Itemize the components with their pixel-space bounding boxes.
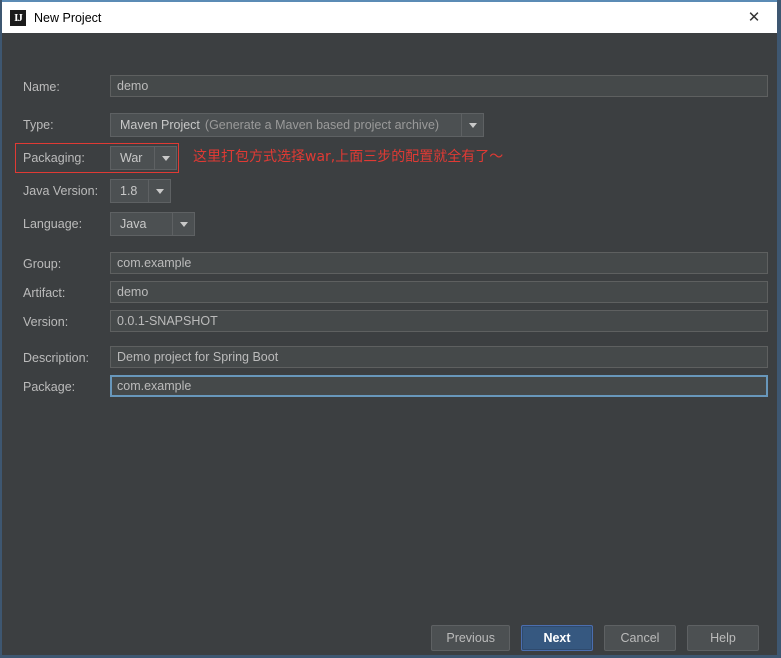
- language-combobox[interactable]: Java: [110, 212, 195, 236]
- label-language: Language:: [23, 217, 83, 231]
- java-version-combobox[interactable]: 1.8: [110, 179, 171, 203]
- packaging-combobox[interactable]: War: [110, 146, 177, 170]
- java-version-combobox-value: 1.8: [120, 184, 138, 198]
- packaging-combobox-value: War: [120, 151, 143, 165]
- label-version: Version:: [23, 315, 69, 329]
- type-combobox-value: Maven Project (Generate a Maven based pr…: [111, 114, 461, 136]
- label-group: Group:: [23, 257, 62, 271]
- label-type: Type:: [23, 118, 54, 132]
- cancel-button[interactable]: Cancel: [604, 625, 676, 651]
- annotation-text: 这里打包方式选择war,上面三步的配置就全有了～: [193, 149, 504, 165]
- label-package: Package:: [23, 380, 76, 394]
- label-packaging: Packaging:: [23, 151, 85, 165]
- dialog-body: Name: demo Type: Maven Project (Generate…: [2, 33, 777, 655]
- new-project-dialog: IJ New Project ✕ Name: demo Type: Maven …: [0, 0, 781, 658]
- label-name: Name:: [23, 80, 60, 94]
- version-input[interactable]: 0.0.1-SNAPSHOT: [110, 310, 768, 332]
- description-input[interactable]: Demo project for Spring Boot: [110, 346, 768, 368]
- chevron-down-icon[interactable]: [154, 147, 176, 169]
- package-input[interactable]: com.example: [110, 375, 768, 397]
- close-icon[interactable]: ✕: [731, 2, 777, 33]
- dialog-footer: Previous Next Cancel Help: [2, 621, 777, 655]
- title-bar: IJ New Project ✕: [2, 0, 777, 33]
- previous-button[interactable]: Previous: [431, 625, 510, 651]
- language-combobox-value: Java: [120, 217, 147, 231]
- window-title: New Project: [34, 10, 102, 25]
- label-artifact: Artifact:: [23, 286, 66, 300]
- intellij-idea-icon: IJ: [10, 9, 26, 26]
- type-combobox[interactable]: Maven Project (Generate a Maven based pr…: [110, 113, 484, 137]
- name-input[interactable]: demo: [110, 75, 768, 97]
- chevron-down-icon[interactable]: [461, 114, 483, 136]
- label-description: Description:: [23, 351, 89, 365]
- type-combobox-main: Maven Project: [120, 118, 200, 132]
- chevron-down-icon[interactable]: [172, 213, 194, 235]
- label-java-version: Java Version:: [23, 184, 99, 198]
- artifact-input[interactable]: demo: [110, 281, 768, 303]
- group-input[interactable]: com.example: [110, 252, 768, 274]
- title-bar-left: IJ New Project: [2, 9, 731, 26]
- chevron-down-icon[interactable]: [148, 180, 170, 202]
- type-combobox-hint: (Generate a Maven based project archive): [204, 118, 440, 132]
- next-button[interactable]: Next: [521, 625, 593, 651]
- help-button[interactable]: Help: [687, 625, 759, 651]
